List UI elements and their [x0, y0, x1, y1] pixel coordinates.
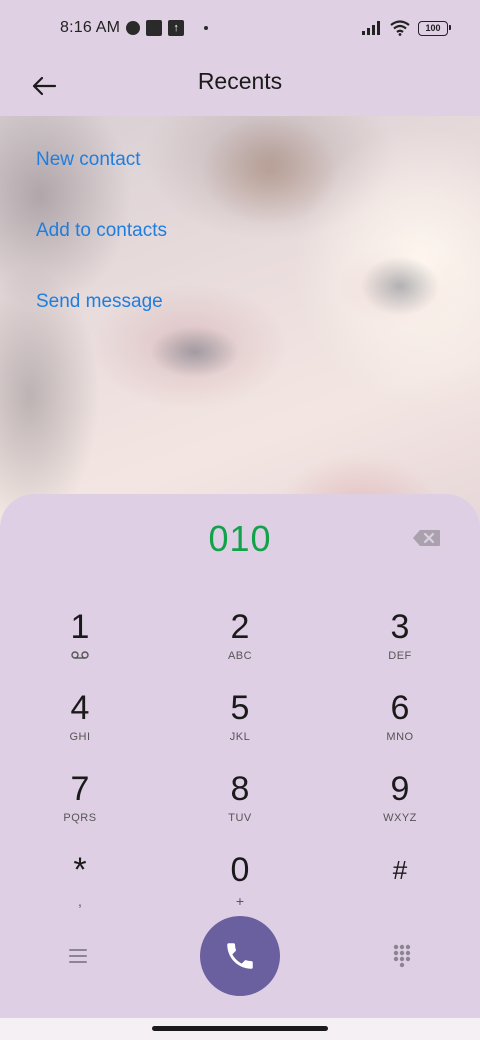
backspace-button[interactable]	[412, 528, 442, 548]
menu-icon	[69, 949, 87, 963]
key-letters: +	[235, 893, 245, 909]
top-app-bar: Recents	[0, 56, 480, 116]
add-to-contacts-link[interactable]: Add to contacts	[36, 220, 167, 242]
key-digit: 4	[70, 689, 90, 727]
key-digit: *	[73, 851, 87, 889]
status-bar: 8:16 AM ↑ 100	[0, 0, 480, 56]
key-letters: WXYZ	[383, 812, 417, 824]
key-digit: 2	[230, 608, 250, 646]
key-star[interactable]: * ,	[15, 851, 145, 923]
dialer-sheet: 010 1 2 ABC 3 DEF 4 GHI 5 JKL 6 MNO 7 PQ…	[0, 494, 480, 1040]
key-digit: 3	[390, 608, 410, 646]
dialpad-icon	[393, 944, 411, 968]
home-indicator[interactable]	[152, 1026, 328, 1031]
key-letters: PQRS	[63, 812, 97, 824]
status-time: 8:16 AM	[60, 19, 121, 36]
key-9[interactable]: 9 WXYZ	[335, 770, 465, 842]
key-3[interactable]: 3 DEF	[335, 608, 465, 680]
battery-icon: 100	[418, 20, 451, 36]
key-digit: 9	[390, 770, 410, 808]
menu-button[interactable]	[64, 942, 92, 970]
app-circle-icon	[126, 21, 141, 35]
wifi-icon	[390, 20, 410, 36]
key-digit: 8	[230, 770, 250, 808]
key-5[interactable]: 5 JKL	[175, 689, 305, 761]
key-4[interactable]: 4 GHI	[15, 689, 145, 761]
dialed-number: 010	[208, 518, 272, 559]
key-8[interactable]: 8 TUV	[175, 770, 305, 842]
key-letters: JKL	[229, 731, 251, 743]
key-digit: 5	[230, 689, 250, 727]
key-letters: DEF	[388, 650, 412, 662]
wallpaper-ornament	[200, 116, 340, 226]
voicemail-icon	[15, 650, 145, 662]
status-left: 8:16 AM ↑	[60, 19, 209, 37]
phone-icon	[227, 943, 253, 969]
backspace-icon	[413, 530, 440, 546]
key-digit: #	[392, 855, 408, 885]
key-0[interactable]: 0 +	[175, 851, 305, 923]
key-letters: MNO	[386, 731, 414, 743]
navigation-bar	[0, 1018, 480, 1040]
key-1[interactable]: 1	[15, 608, 145, 680]
wallpaper-eye-right	[360, 256, 440, 316]
app-square-icon	[146, 20, 163, 36]
key-hash[interactable]: #	[335, 851, 465, 923]
key-letters: TUV	[228, 812, 252, 824]
key-letters: GHI	[69, 731, 91, 743]
send-message-link[interactable]: Send message	[36, 291, 163, 313]
page-title: Recents	[197, 68, 283, 94]
signal-icon	[362, 21, 380, 35]
new-contact-link[interactable]: New contact	[36, 149, 141, 171]
key-digit: 1	[70, 608, 90, 646]
wallpaper-background: New contact Add to contacts Send message	[0, 116, 480, 536]
call-button[interactable]	[200, 916, 280, 996]
upload-icon: ↑	[168, 20, 185, 36]
key-6[interactable]: 6 MNO	[335, 689, 465, 761]
dot-icon	[204, 26, 209, 30]
key-letters: ,	[78, 893, 82, 909]
key-digit: 0	[230, 851, 250, 889]
key-7[interactable]: 7 PQRS	[15, 770, 145, 842]
wallpaper-eye-left	[150, 326, 240, 378]
key-letters: ABC	[227, 650, 253, 662]
keypad-toggle-button[interactable]	[388, 942, 416, 970]
key-digit: 7	[70, 770, 90, 808]
key-digit: 6	[390, 689, 410, 727]
status-right: 100	[362, 20, 451, 36]
key-2[interactable]: 2 ABC	[175, 608, 305, 680]
